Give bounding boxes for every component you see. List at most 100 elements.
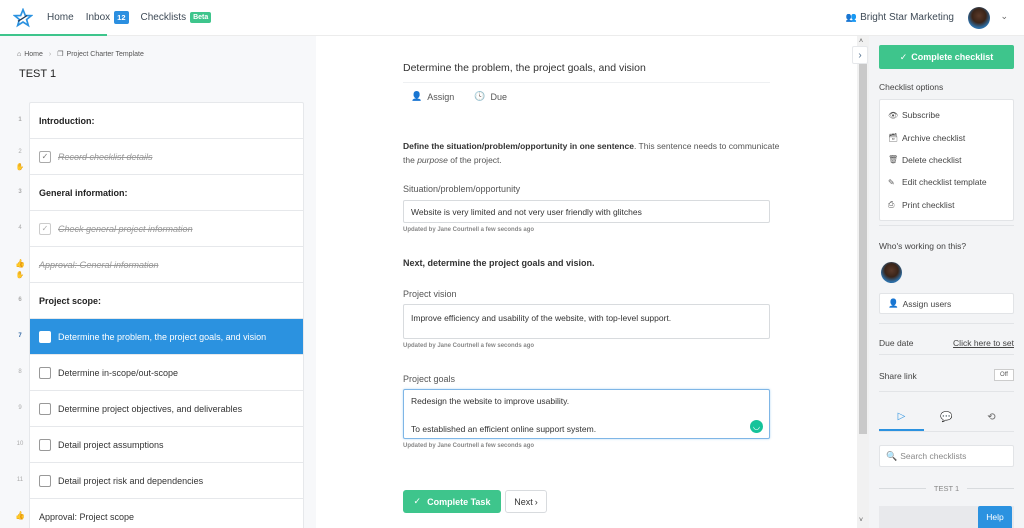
description-bold: Define the situation/problem/opportunity… [403, 141, 634, 151]
task-checkbox[interactable] [39, 474, 51, 487]
clock-icon: 🕓 [474, 91, 486, 101]
breadcrumb-home[interactable]: Home [24, 51, 43, 58]
scrollbar-thumb[interactable] [859, 64, 867, 434]
organization-switcher[interactable]: 👥 Bright Star Marketing [846, 12, 954, 23]
due-date-label: Due date [879, 338, 914, 348]
user-avatar[interactable] [968, 7, 990, 29]
task-heading[interactable]: 6 Project scope: [18, 283, 303, 319]
main-scrollbar[interactable]: ˄ ˅ [857, 36, 869, 528]
section-subheading: Next, determine the project goals and vi… [403, 258, 595, 268]
scroll-up-icon[interactable]: ˄ [859, 38, 863, 45]
chevron-right-icon: › [534, 496, 538, 507]
nav-inbox[interactable]: Inbox 12 [86, 11, 129, 24]
history-icon: ⟲ [987, 412, 996, 423]
delete-checklist-option[interactable]: 🗑 Delete checklist [880, 149, 1013, 171]
nav-inbox-label: Inbox [85, 12, 111, 23]
share-link-toggle[interactable]: Off [994, 369, 1014, 381]
task-label: Detail project risk and dependencies [58, 475, 204, 486]
assignee-avatar[interactable] [881, 262, 902, 283]
option-label: Archive checklist [902, 132, 966, 143]
divider [879, 391, 1014, 392]
check-icon: ✓ [899, 51, 908, 62]
help-button[interactable]: Help [978, 506, 1012, 528]
task-item[interactable]: 11 Detail project risk and dependencies [17, 463, 303, 499]
goals-line: To established an efficient online suppo… [411, 424, 597, 434]
task-checkbox-checked[interactable]: ✓ [39, 150, 51, 163]
assign-button[interactable]: 👤 Assign [411, 91, 454, 102]
task-heading[interactable]: 1 Introduction: [18, 103, 303, 139]
assign-label: Assign [427, 91, 455, 102]
share-link-label: Share link [879, 371, 917, 381]
eye-icon: 👁 [888, 110, 899, 120]
template-icon: ❐ [57, 51, 64, 58]
approval-item[interactable]: 👍 ✋ Approval: General information [15, 247, 303, 283]
task-checkbox[interactable] [39, 330, 51, 343]
approval-item[interactable]: 👍 Approval: Project scope [15, 499, 303, 528]
task-checkbox[interactable] [39, 402, 51, 415]
task-checkbox[interactable] [39, 366, 51, 379]
checklist-title: TEST 1 [19, 68, 57, 80]
task-number: 8 [18, 369, 22, 375]
task-item-active[interactable]: 7 Determine the problem, the project goa… [18, 319, 303, 355]
task-item[interactable]: 9 Determine project objectives, and deli… [18, 391, 303, 427]
task-item[interactable]: 10 Detail project assumptions [17, 427, 303, 463]
task-item[interactable]: 8 Determine in-scope/out-scope [18, 355, 303, 391]
checklist-group-label: TEST 1 [933, 484, 960, 493]
tab-history[interactable]: ⟲ [969, 404, 1014, 431]
complete-checklist-button[interactable]: ✓ Complete checklist [879, 45, 1014, 69]
divider [967, 488, 1015, 489]
goals-label: Project goals [403, 374, 456, 384]
breadcrumb-template[interactable]: Project Charter Template [67, 51, 144, 58]
task-heading[interactable]: 3 General information: [18, 175, 303, 211]
chevron-down-icon[interactable]: ⌄ [1000, 11, 1008, 22]
task-number: 7 [18, 333, 22, 339]
due-button[interactable]: 🕓 Due [474, 91, 507, 102]
task-number: 1 [18, 117, 22, 123]
task-checkbox-checked[interactable]: ✓ [39, 222, 51, 235]
description-text-end: of the project. [447, 155, 502, 165]
vision-textarea[interactable]: Improve efficiency and usability of the … [403, 304, 770, 339]
grammarly-icon[interactable]: ◡ [750, 420, 763, 433]
divider [879, 225, 1014, 226]
task-item[interactable]: 4 ✓ Check general project information [18, 211, 303, 247]
task-label: Determine project objectives, and delive… [58, 403, 243, 414]
situation-input[interactable]: Website is very limited and not very use… [403, 200, 770, 223]
nav-home[interactable]: Home [47, 12, 74, 23]
collapse-panel-button[interactable]: › [852, 46, 868, 64]
situation-label: Situation/problem/opportunity [403, 184, 521, 194]
task-number: 11 [16, 477, 24, 483]
hand-icon: ✋ [15, 164, 25, 171]
tab-run[interactable]: ▷ [879, 404, 924, 431]
assign-users-button[interactable]: 👤 Assign users [879, 293, 1014, 314]
task-description: Define the situation/problem/opportunity… [403, 139, 783, 167]
home-icon: ⌂ [17, 50, 22, 58]
task-label: Approval: General information [39, 259, 159, 270]
next-label: Next [514, 496, 533, 507]
top-nav: Home Inbox 12 Checklists Beta 👥 Bright S… [0, 0, 1024, 36]
nav-checklists[interactable]: Checklists Beta [141, 12, 212, 23]
set-due-date-link[interactable]: Click here to set [953, 338, 1014, 348]
checklist-options-label: Checklist options [879, 82, 944, 92]
goals-textarea[interactable]: Redesign the website to improve usabilit… [403, 389, 770, 439]
logo-star-icon[interactable] [13, 7, 33, 28]
task-label: Approval: Project scope [39, 511, 135, 522]
edit-template-option[interactable]: ✎ Edit checklist template [880, 171, 1013, 193]
task-number: 3 [18, 189, 22, 195]
task-checkbox[interactable] [39, 438, 51, 451]
archive-checklist-option[interactable]: 🗃 Archive checklist [880, 126, 1013, 148]
complete-task-button[interactable]: ✓ Complete Task [403, 490, 501, 513]
print-checklist-option[interactable]: ⎙ Print checklist [880, 194, 1013, 216]
beta-badge: Beta [190, 12, 212, 23]
search-checklists-input[interactable]: 🔍 Search checklists [879, 445, 1014, 467]
task-title: Determine the problem, the project goals… [403, 62, 646, 74]
tab-comments[interactable]: 💬 [924, 404, 969, 431]
organization-name: Bright Star Marketing [860, 12, 954, 23]
subscribe-option[interactable]: 👁 Subscribe [880, 104, 1013, 126]
trash-icon: 🗑 [888, 155, 899, 165]
task-item[interactable]: 2 ✋ ✓ Record checklist details [16, 139, 303, 175]
nav-checklists-label: Checklists [140, 12, 187, 23]
scroll-down-icon[interactable]: ˅ [859, 517, 863, 524]
next-button[interactable]: Next › [505, 490, 547, 513]
chevron-right-icon: › [858, 49, 862, 61]
